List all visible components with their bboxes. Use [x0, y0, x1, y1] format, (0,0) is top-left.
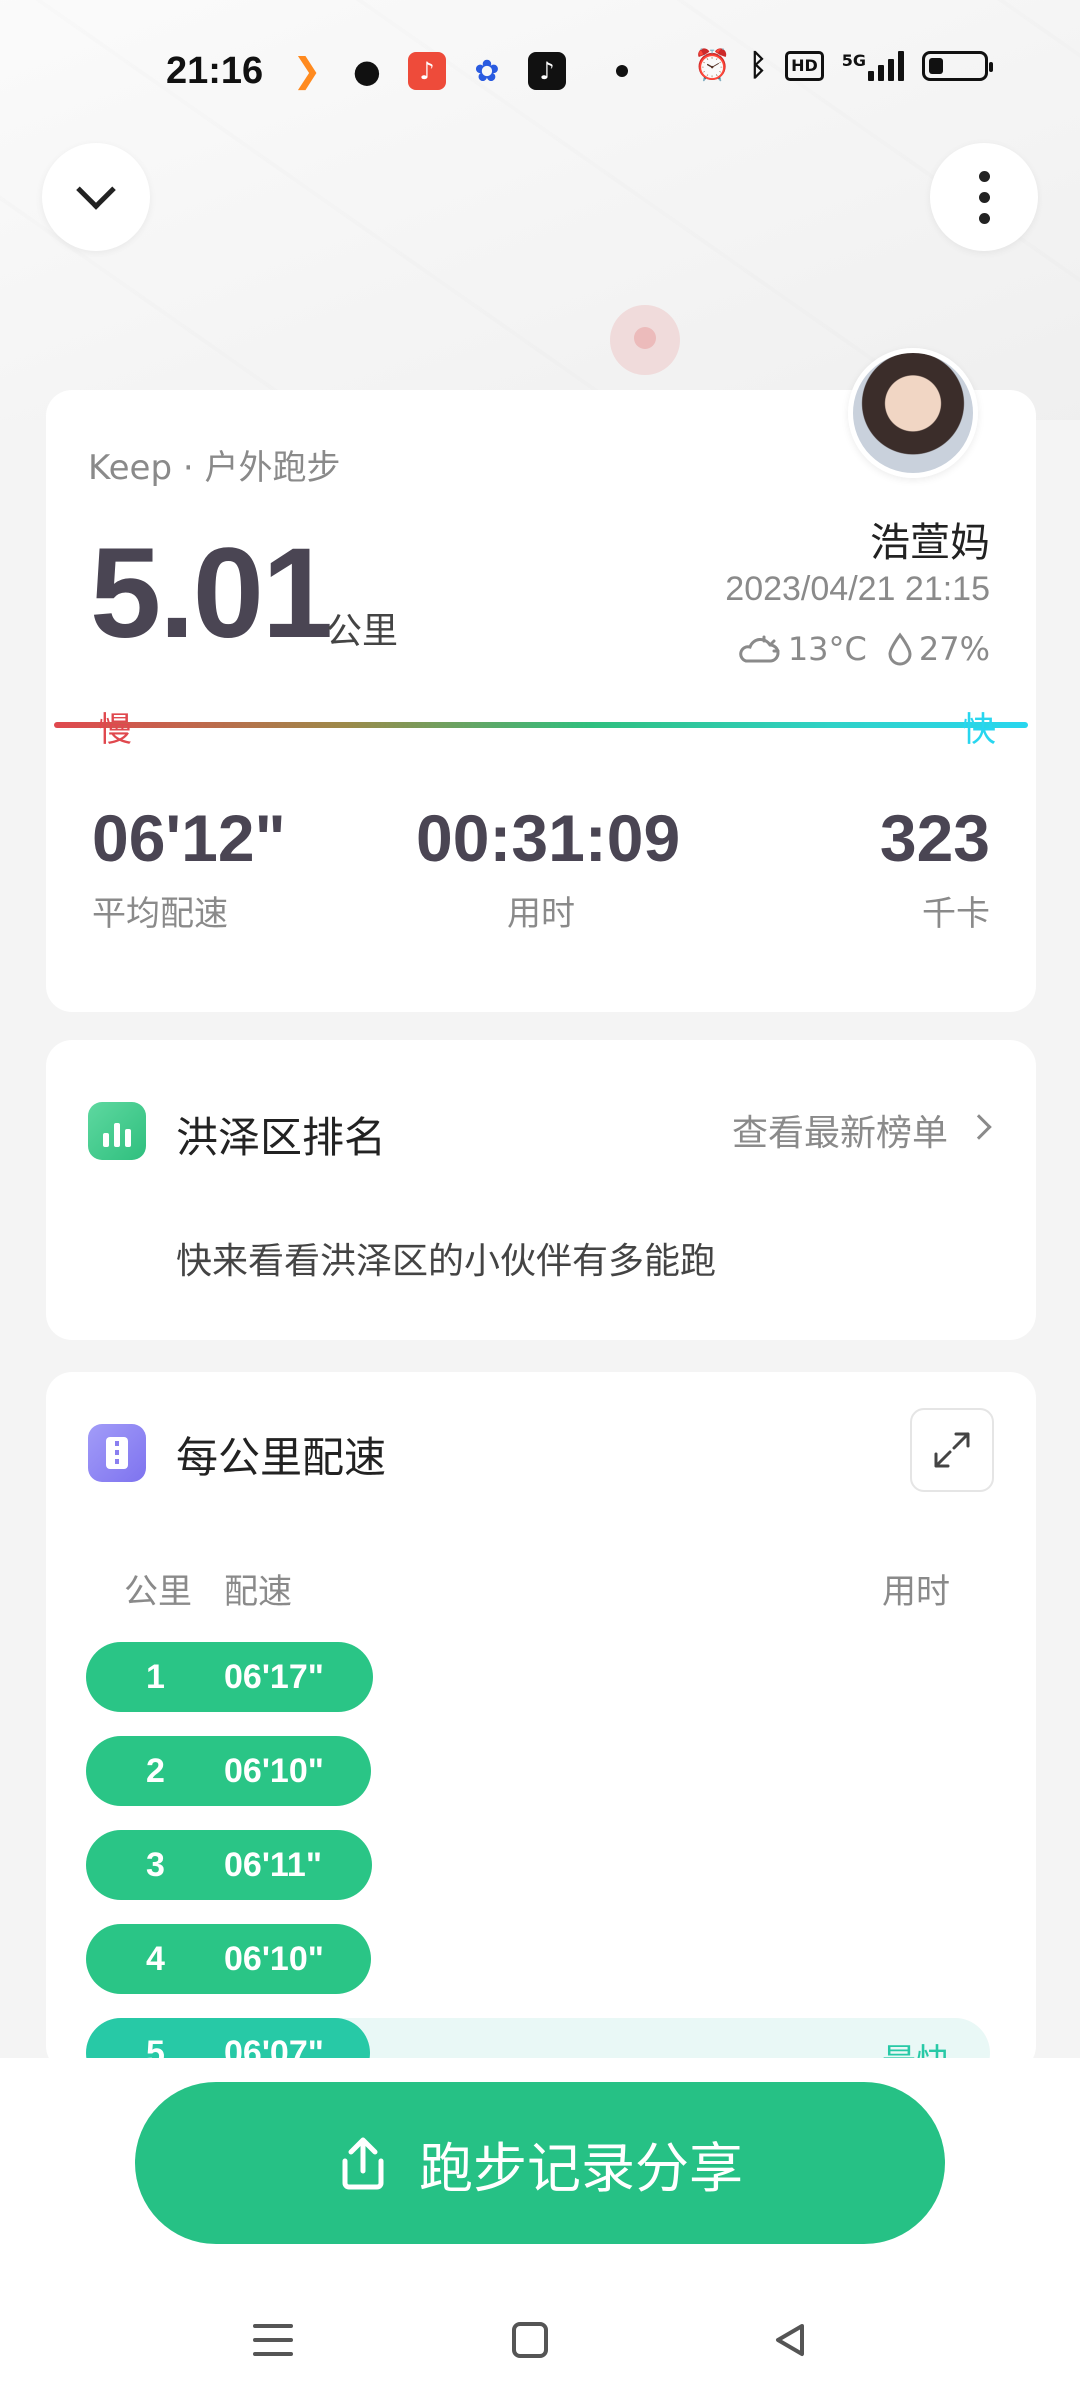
share-run-button[interactable]: 跑步记录分享	[135, 2082, 945, 2244]
pace-table-title: 每公里配速	[176, 1433, 387, 1482]
bar-chart-icon	[88, 1102, 146, 1160]
pace-row: 3 06'11"	[86, 1830, 372, 1900]
more-vertical-icon	[978, 170, 990, 224]
pace-row-value: 06'10"	[224, 1940, 324, 1978]
temperature: 13°C	[738, 630, 867, 668]
share-button-label: 跑步记录分享	[419, 2136, 743, 2200]
distance-unit: 公里	[326, 611, 399, 652]
weather-info: 13°C 27%	[738, 630, 990, 668]
system-nav-bar	[0, 2280, 1080, 2390]
pace-row-value: 06'17"	[224, 1658, 324, 1696]
wechat-icon: ●	[353, 52, 381, 90]
back-icon[interactable]	[760, 2310, 820, 2370]
signal-bars	[868, 50, 904, 81]
humidity: 27%	[887, 630, 990, 668]
col-header-km: 公里	[124, 1572, 192, 1612]
duration-value: 00:31:09	[416, 801, 681, 875]
ranking-subtitle: 快来看看洪泽区的小伙伴有多能跑	[176, 1241, 717, 1282]
avg-pace-value: 06'12"	[92, 801, 286, 875]
fast-label: 快	[962, 710, 996, 750]
bluetooth-icon: ᛒ	[749, 48, 768, 83]
status-time: 21:16	[166, 50, 264, 92]
more-notifications-icon	[616, 65, 628, 77]
user-name: 浩萱妈	[870, 520, 990, 566]
avg-pace-stat: 06'12" 平均配速	[92, 800, 286, 935]
ranking-card[interactable]: 洪泽区排名 查看最新榜单 快来看看洪泽区的小伙伴有多能跑	[46, 1040, 1036, 1340]
baidu-icon: ✿	[474, 53, 500, 89]
humidity-drop-icon	[888, 632, 912, 666]
pace-row-km: 1	[146, 1658, 165, 1696]
chevron-down-icon	[76, 170, 116, 210]
run-summary-card: Keep · 户外跑步 5.01 公里 浩萱妈 2023/04/21 21:15…	[46, 390, 1036, 1012]
run-date: 2023/04/21 21:15	[725, 570, 990, 608]
humidity-value: 27%	[918, 630, 990, 668]
pace-per-km-card: 每公里配速 公里 配速 用时 1 06'17" 2 06'10" 3 06'11" 4 06'…	[46, 1372, 1036, 2072]
collapse-button[interactable]	[42, 143, 150, 251]
battery-level	[929, 57, 943, 74]
pace-row-km: 2	[146, 1752, 165, 1790]
pace-row: 2 06'10"	[86, 1736, 371, 1806]
view-leaderboard-link[interactable]: 查看最新榜单	[732, 1104, 948, 1156]
share-icon	[342, 2137, 384, 2190]
partly-cloudy-icon	[739, 635, 780, 663]
alarm-icon: ⏰	[693, 48, 732, 83]
avatar[interactable]	[848, 348, 978, 478]
home-icon[interactable]	[500, 2310, 560, 2370]
temperature-value: 13°C	[787, 630, 867, 668]
system-icons: ⏰ ᛒ HD 5G	[693, 48, 993, 83]
hd-icon: HD	[785, 50, 824, 81]
avg-pace-label: 平均配速	[92, 894, 228, 934]
expand-button[interactable]	[910, 1408, 994, 1492]
pace-row-value: 06'10"	[224, 1752, 324, 1790]
col-header-pace: 配速	[224, 1572, 292, 1612]
expand-icon	[934, 1432, 970, 1468]
status-bar: 21:16 ❯ ● ♪ ✿ ♪ ⏰ ᛒ HD 5G	[0, 0, 1080, 140]
ranking-title: 洪泽区排名	[176, 1113, 387, 1162]
notification-icons: ❯ ● ♪ ✿ ♪	[288, 51, 628, 91]
pace-row-km: 4	[146, 1940, 165, 1978]
duration-label: 用时	[507, 894, 575, 934]
pace-row: 4 06'10"	[86, 1924, 371, 1994]
5g-signal-icon: 5G	[841, 50, 904, 81]
network-type-label: 5G	[841, 50, 866, 70]
col-header-time: 用时	[882, 1572, 950, 1612]
huawei-health-icon: ❯	[292, 51, 322, 91]
duration-stat: 00:31:09 用时	[416, 800, 681, 935]
calories-stat: 323 千卡	[880, 800, 990, 935]
chevron-right-icon[interactable]	[966, 1114, 992, 1140]
map-start-marker	[610, 305, 680, 375]
pace-row-km: 3	[146, 1846, 165, 1884]
calories-value: 323	[879, 801, 990, 875]
activity-source: Keep · 户外跑步	[88, 448, 341, 488]
menu-icon[interactable]	[243, 2310, 303, 2370]
pace-row: 1 06'17"	[86, 1642, 373, 1712]
road-icon	[88, 1424, 146, 1482]
pace-gradient-bar	[54, 722, 1028, 728]
music-icon: ♪	[408, 52, 446, 90]
battery-icon	[922, 50, 993, 81]
distance-value: 5.01	[90, 522, 333, 665]
more-options-button[interactable]	[930, 143, 1038, 251]
slow-label: 慢	[98, 710, 132, 750]
pace-row-value: 06'11"	[224, 1846, 322, 1884]
tiktok-icon: ♪	[528, 52, 566, 90]
calories-label: 千卡	[922, 894, 990, 934]
